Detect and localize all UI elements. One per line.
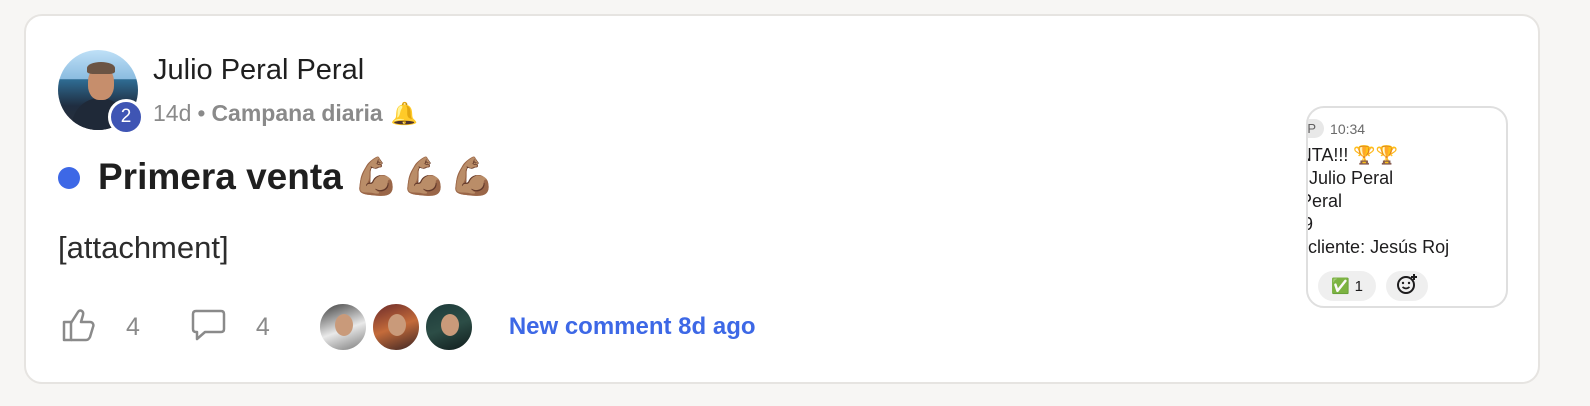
post-footer: 4 4 New comment 8d ago bbox=[58, 300, 756, 354]
comment-count: 4 bbox=[255, 312, 270, 341]
post-card[interactable]: 2 Julio Peral Peral 14d • Campana diaria… bbox=[24, 14, 1540, 384]
attachment-text: VA VENTA!!! 🏆🏆 do por: Julio Peral : Jul… bbox=[1308, 144, 1450, 259]
author-avatar[interactable]: 2 bbox=[58, 50, 144, 135]
like-count: 4 bbox=[126, 312, 140, 341]
reaction-check: ✅ 1 bbox=[1318, 271, 1376, 301]
attachment-line: bre del cliente: Jesús Roj bbox=[1308, 237, 1450, 257]
speech-bubble-icon bbox=[188, 305, 228, 350]
attachment-reactions: ✅ 1 bbox=[1306, 271, 1438, 301]
reaction-pill-partial bbox=[1306, 271, 1308, 301]
commenter-avatars[interactable] bbox=[317, 302, 477, 352]
like-button[interactable]: 4 bbox=[58, 305, 140, 350]
attachment-header: ple APP 10:34 bbox=[1308, 118, 1366, 139]
post-title-text: Primera venta bbox=[98, 156, 343, 197]
check-mark-icon: ✅ bbox=[1330, 278, 1350, 295]
attachment-preview[interactable]: ple APP 10:34 VA VENTA!!! 🏆🏆 do por: Jul… bbox=[1306, 106, 1508, 308]
attachment-time: 10:34 bbox=[1330, 120, 1366, 137]
post-title-row[interactable]: Primera venta 💪🏽💪🏽💪🏽 bbox=[58, 156, 497, 199]
commenter-avatar[interactable] bbox=[317, 302, 368, 352]
add-reaction-button bbox=[1386, 271, 1428, 301]
post-title[interactable]: Primera venta 💪🏽💪🏽💪🏽 bbox=[98, 156, 497, 199]
post-meta: 14d • Campana diaria 🔔 bbox=[153, 100, 418, 127]
comment-button[interactable]: 4 bbox=[188, 305, 270, 350]
post-age: 14d bbox=[153, 100, 192, 126]
attachment-line: do por: Julio Peral bbox=[1308, 168, 1394, 188]
unread-indicator bbox=[58, 166, 80, 189]
meta-separator: • bbox=[197, 100, 206, 126]
commenter-avatar[interactable] bbox=[423, 302, 474, 352]
flexed-biceps-icon: 💪🏽💪🏽💪🏽 bbox=[353, 156, 498, 197]
post-body: [attachment] bbox=[58, 230, 229, 265]
level-badge: 2 bbox=[108, 99, 144, 135]
author-name[interactable]: Julio Peral Peral bbox=[153, 54, 364, 87]
attachment-line: VA VENTA!!! 🏆🏆 bbox=[1308, 145, 1399, 165]
attachment-line: : € 1399 bbox=[1308, 213, 1449, 236]
new-comment-link[interactable]: New comment 8d ago bbox=[509, 313, 756, 341]
bell-icon: 🔔 bbox=[390, 100, 419, 126]
add-emoji-icon bbox=[1395, 272, 1419, 300]
thumbs-up-icon bbox=[58, 305, 98, 350]
attachment-line: : Julio Peral bbox=[1308, 191, 1343, 211]
channel-link[interactable]: Campana diaria bbox=[211, 100, 382, 127]
app-tag: APP bbox=[1308, 119, 1325, 138]
commenter-avatar[interactable] bbox=[370, 302, 421, 352]
reaction-count: 1 bbox=[1354, 277, 1364, 295]
